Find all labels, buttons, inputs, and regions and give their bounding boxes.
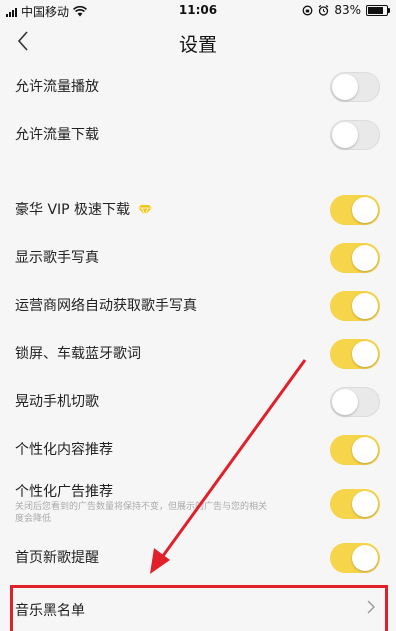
setting-label: 晃动手机切歌 <box>15 394 99 410</box>
diamond-icon <box>138 205 153 215</box>
setting-row-carrier-artist-photo: 运营商网络自动获取歌手写真 <box>0 289 396 323</box>
toggle-switch[interactable] <box>330 291 380 321</box>
rotation-lock-icon <box>302 5 313 15</box>
toggle-switch[interactable] <box>330 120 380 150</box>
setting-label-text: 豪华 VIP 极速下载 <box>15 202 131 218</box>
setting-label: 首页新歌提醒 <box>15 550 99 566</box>
setting-row-stream-play: 允许流量播放 <box>0 70 396 104</box>
setting-label-vip: 豪华 VIP 极速下载 <box>15 199 153 219</box>
setting-label: 运营商网络自动获取歌手写真 <box>15 298 197 314</box>
page-title: 设置 <box>178 34 217 56</box>
toggle-switch[interactable] <box>330 435 380 465</box>
setting-label: 锁屏、车载蓝牙歌词 <box>15 346 141 362</box>
toggle-knob <box>352 197 378 223</box>
toggle-switch[interactable] <box>330 489 380 519</box>
toggle-switch[interactable] <box>330 543 380 573</box>
battery-percent: 83% <box>334 3 361 17</box>
setting-label: 允许流量下载 <box>15 127 99 143</box>
toggle-knob <box>332 389 358 415</box>
toggle-switch[interactable] <box>330 195 380 225</box>
setting-description: 关闭后您看到的广告数量将保持不变，但展示的广告与您的相关度会降低 <box>15 502 268 524</box>
toggle-knob <box>352 245 378 271</box>
setting-row-stream-download: 允许流量下载 <box>0 118 396 152</box>
setting-label: 个性化广告推荐 <box>15 484 113 500</box>
setting-row-lockscreen-lyrics: 锁屏、车载蓝牙歌词 <box>0 337 396 371</box>
toggle-switch[interactable] <box>330 243 380 273</box>
toggle-switch[interactable] <box>330 387 380 417</box>
music-blacklist-label: 音乐黑名单 <box>15 603 85 619</box>
toggle-knob <box>352 341 378 367</box>
setting-label: 个性化内容推荐 <box>15 442 113 458</box>
alarm-icon <box>318 4 329 16</box>
battery-icon <box>366 4 390 16</box>
toggle-knob <box>352 437 378 463</box>
chevron-right-icon <box>367 600 375 614</box>
setting-row-vip-download: 豪华 VIP 极速下载 <box>0 193 396 227</box>
toggle-switch[interactable] <box>330 339 380 369</box>
setting-row-new-song-reminder: 首页新歌提醒 <box>0 541 396 575</box>
setting-row-personalized-ads: 个性化广告推荐 关闭后您看到的广告数量将保持不变，但展示的广告与您的相关度会降低 <box>0 479 396 529</box>
nav-bar: 设置 <box>0 22 396 62</box>
setting-row-shake-switch: 晃动手机切歌 <box>0 385 396 419</box>
toggle-knob <box>332 74 358 100</box>
toggle-knob <box>352 293 378 319</box>
setting-row-personalized-content: 个性化内容推荐 <box>0 433 396 467</box>
status-bar: 中国移动 11:06 83% <box>0 0 396 20</box>
setting-label: 显示歌手写真 <box>15 250 99 266</box>
toggle-knob <box>332 122 358 148</box>
setting-label: 允许流量播放 <box>15 79 99 95</box>
toggle-switch[interactable] <box>330 72 380 102</box>
status-right: 83% <box>302 3 390 17</box>
toggle-knob <box>352 545 378 571</box>
music-blacklist-row[interactable]: 音乐黑名单 <box>10 585 388 631</box>
toggle-knob <box>352 491 378 517</box>
setting-row-artist-photo: 显示歌手写真 <box>0 241 396 275</box>
